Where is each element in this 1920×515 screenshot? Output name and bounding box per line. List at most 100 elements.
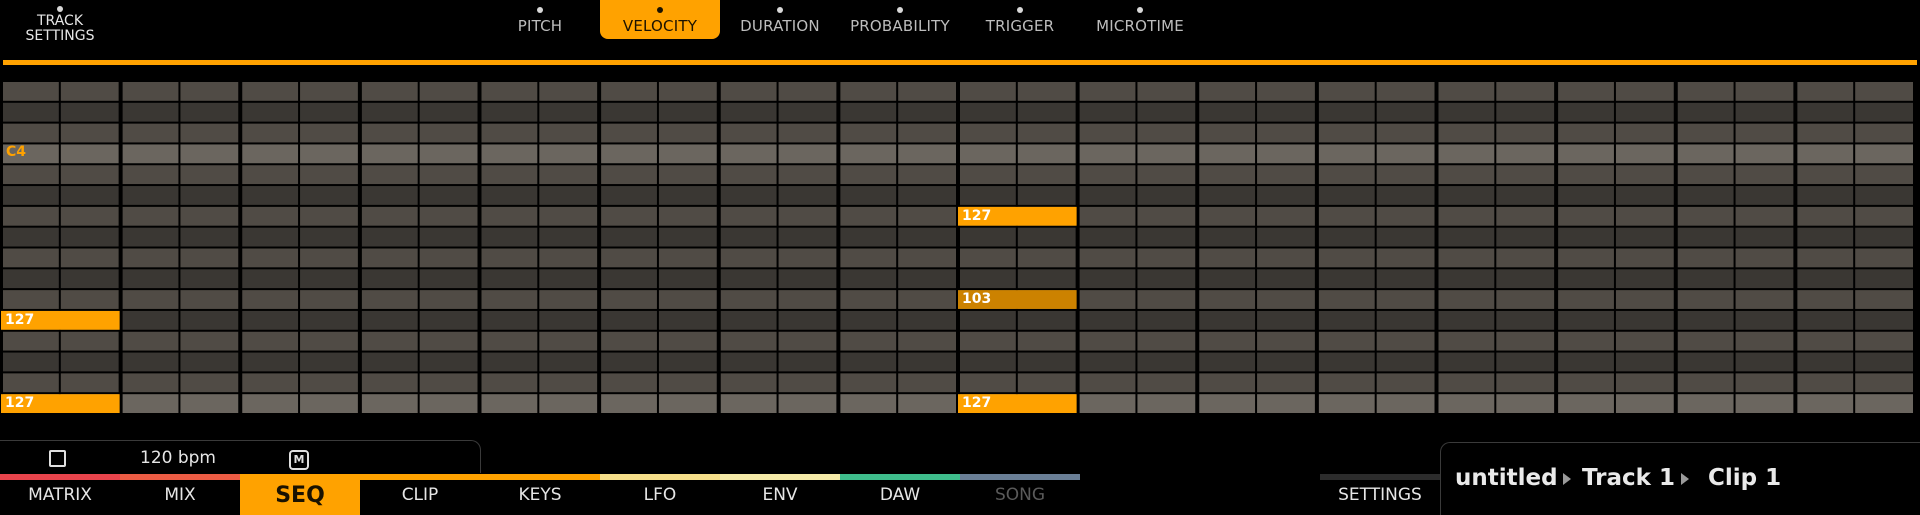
grid-cell[interactable] [898, 331, 956, 351]
grid-cell[interactable] [1615, 248, 1674, 268]
grid-cell[interactable] [60, 82, 119, 101]
grid-cell[interactable] [1797, 102, 1854, 122]
grid-cell[interactable] [1257, 269, 1315, 289]
grid-cell[interactable] [1199, 82, 1256, 101]
grid-cell[interactable] [1318, 186, 1375, 205]
grid-cell[interactable] [658, 331, 717, 351]
grid-cell[interactable] [180, 186, 239, 205]
grid-cell[interactable] [1318, 227, 1375, 247]
grid-cell[interactable] [180, 144, 239, 164]
grid-cell[interactable] [898, 227, 956, 247]
grid-cell[interactable] [3, 206, 59, 226]
grid-cell[interactable] [300, 123, 358, 143]
grid-cell[interactable] [300, 144, 358, 164]
grid-cell[interactable] [60, 331, 119, 351]
grid-cell[interactable] [1615, 373, 1674, 393]
grid-cell[interactable] [601, 102, 657, 122]
grid-cell[interactable] [1558, 331, 1614, 351]
grid-cell[interactable] [840, 206, 897, 226]
grid-cell[interactable] [1137, 352, 1196, 372]
grid-cell[interactable] [122, 269, 179, 289]
grid-cell[interactable] [898, 373, 956, 393]
note-block[interactable] [958, 206, 1077, 226]
grid-cell[interactable] [1677, 290, 1734, 309]
grid-cell[interactable] [1855, 82, 1913, 101]
grid-cell[interactable] [1318, 352, 1375, 372]
grid-cell[interactable] [778, 227, 837, 247]
grid-cell[interactable] [60, 165, 119, 185]
grid-cell[interactable] [3, 82, 59, 101]
grid-cell[interactable] [3, 352, 59, 372]
grid-cell[interactable] [539, 394, 598, 413]
grid-cell[interactable] [960, 248, 1016, 268]
grid-cell[interactable] [3, 373, 59, 393]
grid-cell[interactable] [419, 248, 478, 268]
grid-cell[interactable] [601, 82, 657, 101]
grid-cell[interactable] [1677, 373, 1734, 393]
grid-cell[interactable] [1137, 102, 1196, 122]
grid-cell[interactable] [1677, 352, 1734, 372]
grid-cell[interactable] [539, 123, 598, 143]
grid-cell[interactable] [778, 352, 837, 372]
grid-cell[interactable] [60, 352, 119, 372]
grid-cell[interactable] [3, 186, 59, 205]
metronome-button[interactable]: M [289, 450, 309, 470]
grid-cell[interactable] [481, 269, 538, 289]
grid-cell[interactable] [960, 186, 1016, 205]
grid-cell[interactable] [60, 206, 119, 226]
breadcrumb-clip[interactable]: Clip 1 [1708, 465, 1781, 491]
grid-cell[interactable] [1558, 206, 1614, 226]
grid-cell[interactable] [1137, 310, 1196, 330]
grid-cell[interactable] [242, 310, 299, 330]
grid-cell[interactable] [1079, 352, 1136, 372]
grid-cell[interactable] [840, 373, 897, 393]
grid-cell[interactable] [778, 102, 837, 122]
grid-cell[interactable] [1017, 331, 1076, 351]
grid-cell[interactable] [1318, 248, 1375, 268]
grid-cell[interactable] [1257, 248, 1315, 268]
grid-cell[interactable] [1855, 227, 1913, 247]
grid-cell[interactable] [1496, 248, 1555, 268]
grid-cell[interactable] [1376, 186, 1435, 205]
grid-cell[interactable] [1797, 144, 1854, 164]
grid-cell[interactable] [1257, 310, 1315, 330]
grid-cell[interactable] [1735, 186, 1794, 205]
grid-cell[interactable] [960, 331, 1016, 351]
grid-cell[interactable] [1677, 186, 1734, 205]
grid-cell[interactable] [180, 206, 239, 226]
grid-cell[interactable] [1496, 290, 1555, 309]
grid-cell[interactable] [1496, 331, 1555, 351]
grid-cell[interactable] [1438, 82, 1495, 101]
grid-cell[interactable] [1735, 373, 1794, 393]
grid-cell[interactable] [1438, 310, 1495, 330]
grid-cell[interactable] [361, 102, 418, 122]
grid-cell[interactable] [1735, 123, 1794, 143]
grid-cell[interactable] [898, 123, 956, 143]
grid-cell[interactable] [1079, 310, 1136, 330]
grid-cell[interactable] [898, 165, 956, 185]
grid-cell[interactable] [898, 394, 956, 413]
grid-cell[interactable] [960, 82, 1016, 101]
grid-cell[interactable] [481, 227, 538, 247]
grid-cell[interactable] [122, 102, 179, 122]
grid-cell[interactable] [180, 373, 239, 393]
grid-cell[interactable] [720, 186, 777, 205]
grid-cell[interactable] [180, 352, 239, 372]
grid-cell[interactable] [1318, 102, 1375, 122]
grid-cell[interactable] [122, 82, 179, 101]
track-settings-button[interactable]: TRACK SETTINGS [10, 6, 110, 44]
grid-cell[interactable] [1615, 394, 1674, 413]
grid-cell[interactable] [720, 102, 777, 122]
grid-cell[interactable] [361, 227, 418, 247]
grid-cell[interactable] [601, 227, 657, 247]
grid-cell[interactable] [539, 310, 598, 330]
breadcrumb-project[interactable]: untitled [1455, 465, 1558, 491]
grid-cell[interactable] [3, 269, 59, 289]
grid-cell[interactable] [960, 144, 1016, 164]
grid-cell[interactable] [1558, 102, 1614, 122]
grid-cell[interactable] [1855, 394, 1913, 413]
grid-cell[interactable] [3, 331, 59, 351]
grid-cell[interactable] [601, 186, 657, 205]
note-block[interactable] [958, 394, 1077, 413]
grid-cell[interactable] [658, 227, 717, 247]
